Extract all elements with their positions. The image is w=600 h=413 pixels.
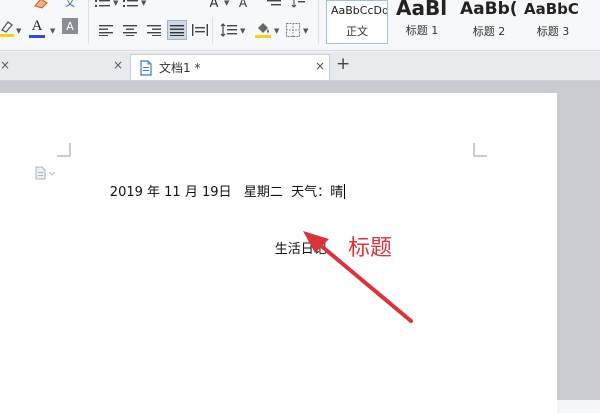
ribbon-toolbar: ▼ A ▼ A 文 ▼ ▼ A ▼ ▼ ▼ ▼ A AaBbCcDd 正文 Aa…	[0, 0, 600, 51]
indent-icon	[267, 0, 281, 6]
distributed-align-button[interactable]	[192, 22, 208, 38]
style-name: 标题 2	[472, 25, 506, 38]
style-sample: AaBbCcDd	[331, 4, 387, 17]
font-size-dropdown-icon[interactable]: ▼	[224, 0, 229, 7]
highlight-button[interactable]	[0, 18, 14, 38]
highlight-dropdown-icon[interactable]: ▼	[16, 27, 21, 35]
line-spacing-button[interactable]	[220, 22, 238, 38]
paragraph-shading-button[interactable]	[254, 19, 272, 39]
style-item-heading-3[interactable]: AaBbC 标题 3	[520, 0, 586, 44]
char-shading-button[interactable]: A	[62, 18, 78, 34]
borders-button[interactable]	[285, 22, 301, 38]
bullet-list-button[interactable]	[95, 0, 111, 9]
tab-title: 文档1 *	[159, 61, 201, 75]
close-tab-icon[interactable]: ×	[0, 58, 10, 72]
font-color-bar	[29, 34, 45, 38]
phonetic-glyph: 文	[65, 0, 75, 9]
align-left-button[interactable]	[98, 22, 114, 38]
annotation-label: 标题	[348, 236, 393, 261]
shading-dropdown-icon[interactable]: ▼	[274, 27, 279, 35]
text-effect-button[interactable]: A	[236, 0, 250, 10]
style-name: 正文	[346, 25, 368, 38]
sort-button[interactable]	[290, 0, 306, 9]
bullet-list-icon	[95, 0, 110, 7]
numbered-list-icon	[123, 0, 138, 7]
document-icon	[140, 59, 152, 76]
font-color-button[interactable]: A	[27, 16, 47, 40]
style-gallery: AaBbCcDd 正文 AaBl 标题 1 AaBb( 标题 2 AaBbC 标…	[322, 0, 600, 48]
align-center-button[interactable]	[122, 22, 138, 38]
text-effect-glyph: A	[238, 0, 248, 10]
clear-format-button[interactable]	[32, 0, 50, 10]
line-spacing-icon	[220, 23, 237, 37]
font-size-button[interactable]: A	[207, 0, 221, 10]
indent-button[interactable]	[266, 0, 282, 9]
align-right-icon	[147, 25, 161, 36]
font-color-glyph: A	[31, 17, 43, 34]
style-item-heading-1[interactable]: AaBl 标题 1	[392, 0, 452, 44]
align-justify-button[interactable]	[167, 20, 187, 40]
font-color-dropdown-icon[interactable]: ▼	[50, 27, 55, 35]
style-sample: AaBl	[396, 0, 448, 18]
toolbar-separator-3	[318, 0, 319, 44]
line-spacing-dropdown-icon[interactable]: ▼	[240, 27, 245, 35]
paragraph-marker-icon[interactable]	[34, 166, 56, 180]
vertical-scrollbar[interactable]	[586, 81, 600, 400]
document-workspace: 2019 年 11 月 19日 星期二 天气：晴 生活日记 标题	[0, 81, 600, 413]
close-tab-icon[interactable]: ×	[315, 59, 325, 73]
text-cursor	[344, 184, 346, 199]
style-name: 标题 3	[536, 25, 570, 38]
distributed-align-icon	[192, 24, 208, 36]
font-size-glyph: A	[209, 0, 219, 11]
borders-icon	[286, 23, 300, 37]
numbered-list-button[interactable]	[123, 0, 139, 9]
tab-document-1[interactable]: 文档1 * ×	[130, 54, 330, 80]
align-right-button[interactable]	[146, 22, 162, 38]
margin-corner-mark	[473, 143, 487, 157]
document-page[interactable]: 2019 年 11 月 19日 星期二 天气：晴 生活日记 标题	[0, 93, 557, 413]
align-center-icon	[123, 25, 137, 36]
sort-icon	[291, 0, 305, 8]
style-sample: AaBb(	[460, 0, 518, 19]
paint-bucket-icon	[258, 22, 269, 33]
date-weather-line[interactable]: 2019 年 11 月 19日 星期二 天气：晴	[85, 166, 346, 215]
date-weather-text: 2019 年 11 月 19日 星期二 天气：晴	[109, 185, 344, 200]
highlighter-icon	[0, 21, 14, 37]
toolbar-separator	[88, 0, 89, 44]
bullet-list-dropdown-icon[interactable]: ▼	[113, 0, 118, 7]
new-tab-button[interactable]: +	[336, 54, 350, 74]
close-tab-icon[interactable]: ×	[113, 58, 123, 72]
shading-color-bar	[255, 34, 271, 38]
phonetic-guide-button[interactable]: 文	[60, 0, 80, 11]
align-left-icon	[99, 25, 113, 36]
numbered-list-dropdown-icon[interactable]: ▼	[141, 0, 146, 7]
eraser-icon	[34, 0, 48, 9]
toolbar-separator-2	[212, 18, 213, 44]
document-tab-bar: × × 文档1 * × +	[0, 52, 600, 81]
align-justify-icon	[170, 25, 184, 36]
style-sample: AaBbC	[524, 0, 579, 18]
style-item-normal[interactable]: AaBbCcDd 正文	[326, 0, 388, 44]
style-item-heading-2[interactable]: AaBb( 标题 2	[456, 0, 522, 44]
borders-dropdown-icon[interactable]: ▼	[303, 27, 308, 35]
char-shading-glyph: A	[66, 19, 74, 33]
margin-corner-mark	[57, 143, 71, 157]
style-name: 标题 1	[405, 24, 439, 37]
